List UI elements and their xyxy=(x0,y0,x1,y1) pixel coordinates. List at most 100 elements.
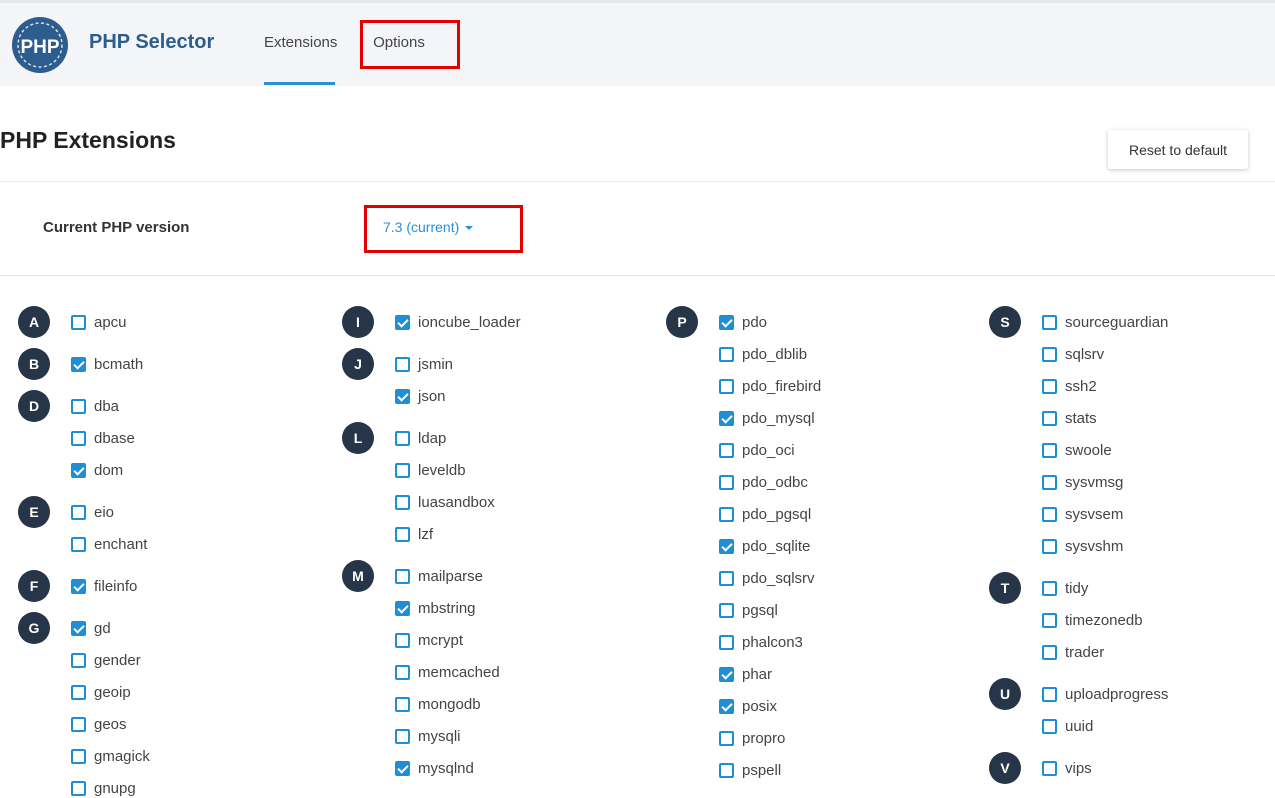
extension-checkbox[interactable] xyxy=(71,536,86,552)
extension-checkbox[interactable] xyxy=(1042,378,1057,394)
extension-sysvsem[interactable]: sysvsem xyxy=(1042,504,1123,524)
extension-pgsql[interactable]: pgsql xyxy=(719,600,778,620)
extension-checkbox[interactable] xyxy=(719,474,734,490)
extension-luasandbox[interactable]: luasandbox xyxy=(395,492,495,512)
extension-ioncube-loader[interactable]: ioncube_loader xyxy=(395,312,521,332)
extension-gd[interactable]: gd xyxy=(71,618,111,638)
extension-pdo-mysql[interactable]: pdo_mysql xyxy=(719,408,815,428)
extension-uuid[interactable]: uuid xyxy=(1042,716,1093,736)
extension-checkbox[interactable] xyxy=(719,634,734,650)
extension-checkbox[interactable] xyxy=(71,780,86,796)
extension-mailparse[interactable]: mailparse xyxy=(395,566,483,586)
extension-checkbox[interactable] xyxy=(719,346,734,362)
extension-tidy[interactable]: tidy xyxy=(1042,578,1088,598)
extension-checkbox[interactable] xyxy=(1042,686,1057,702)
extension-sourceguardian[interactable]: sourceguardian xyxy=(1042,312,1168,332)
extension-checkbox[interactable] xyxy=(1042,644,1057,660)
extension-ldap[interactable]: ldap xyxy=(395,428,446,448)
extension-pdo-sqlite[interactable]: pdo_sqlite xyxy=(719,536,810,556)
extension-checkbox[interactable] xyxy=(719,730,734,746)
tab-extensions[interactable]: Extensions xyxy=(264,3,337,86)
extension-checkbox[interactable] xyxy=(719,442,734,458)
extension-checkbox[interactable] xyxy=(395,760,410,776)
extension-checkbox[interactable] xyxy=(719,698,734,714)
extension-checkbox[interactable] xyxy=(395,526,410,542)
extension-checkbox[interactable] xyxy=(71,356,86,372)
extension-uploadprogress[interactable]: uploadprogress xyxy=(1042,684,1168,704)
extension-lzf[interactable]: lzf xyxy=(395,524,433,544)
extension-checkbox[interactable] xyxy=(71,430,86,446)
extension-pdo-dblib[interactable]: pdo_dblib xyxy=(719,344,807,364)
extension-checkbox[interactable] xyxy=(1042,474,1057,490)
extension-checkbox[interactable] xyxy=(719,506,734,522)
extension-pdo-pgsql[interactable]: pdo_pgsql xyxy=(719,504,811,524)
extension-checkbox[interactable] xyxy=(719,314,734,330)
extension-checkbox[interactable] xyxy=(71,578,86,594)
extension-checkbox[interactable] xyxy=(719,666,734,682)
extension-jsmin[interactable]: jsmin xyxy=(395,354,453,374)
extension-gnupg[interactable]: gnupg xyxy=(71,778,136,798)
extension-checkbox[interactable] xyxy=(395,696,410,712)
extension-pdo-odbc[interactable]: pdo_odbc xyxy=(719,472,808,492)
extension-checkbox[interactable] xyxy=(1042,442,1057,458)
extension-mbstring[interactable]: mbstring xyxy=(395,598,476,618)
extension-checkbox[interactable] xyxy=(395,664,410,680)
extension-checkbox[interactable] xyxy=(719,378,734,394)
extension-checkbox[interactable] xyxy=(1042,506,1057,522)
extension-checkbox[interactable] xyxy=(719,538,734,554)
extension-sysvshm[interactable]: sysvshm xyxy=(1042,536,1123,556)
extension-dbase[interactable]: dbase xyxy=(71,428,135,448)
extension-json[interactable]: json xyxy=(395,386,446,406)
extension-phar[interactable]: phar xyxy=(719,664,772,684)
extension-mysqlnd[interactable]: mysqlnd xyxy=(395,758,474,778)
extension-memcached[interactable]: memcached xyxy=(395,662,500,682)
extension-checkbox[interactable] xyxy=(71,504,86,520)
extension-checkbox[interactable] xyxy=(71,652,86,668)
extension-checkbox[interactable] xyxy=(71,620,86,636)
extension-dba[interactable]: dba xyxy=(71,396,119,416)
extension-swoole[interactable]: swoole xyxy=(1042,440,1112,460)
extension-apcu[interactable]: apcu xyxy=(71,312,127,332)
extension-leveldb[interactable]: leveldb xyxy=(395,460,466,480)
extension-vips[interactable]: vips xyxy=(1042,758,1092,778)
extension-checkbox[interactable] xyxy=(71,462,86,478)
extension-stats[interactable]: stats xyxy=(1042,408,1097,428)
extension-geoip[interactable]: geoip xyxy=(71,682,131,702)
extension-sysvmsg[interactable]: sysvmsg xyxy=(1042,472,1123,492)
extension-checkbox[interactable] xyxy=(395,728,410,744)
extension-ssh2[interactable]: ssh2 xyxy=(1042,376,1097,396)
extension-gender[interactable]: gender xyxy=(71,650,141,670)
extension-checkbox[interactable] xyxy=(1042,314,1057,330)
extension-dom[interactable]: dom xyxy=(71,460,123,480)
extension-geos[interactable]: geos xyxy=(71,714,127,734)
extension-checkbox[interactable] xyxy=(395,430,410,446)
tab-options[interactable]: Options xyxy=(361,3,437,86)
extension-enchant[interactable]: enchant xyxy=(71,534,147,554)
php-version-dropdown[interactable]: 7.3 (current) xyxy=(383,219,474,235)
extension-checkbox[interactable] xyxy=(71,314,86,330)
extension-pdo[interactable]: pdo xyxy=(719,312,767,332)
extension-checkbox[interactable] xyxy=(1042,410,1057,426)
extension-phalcon3[interactable]: phalcon3 xyxy=(719,632,803,652)
extension-checkbox[interactable] xyxy=(1042,760,1057,776)
extension-checkbox[interactable] xyxy=(395,632,410,648)
extension-checkbox[interactable] xyxy=(395,568,410,584)
extension-checkbox[interactable] xyxy=(395,600,410,616)
extension-checkbox[interactable] xyxy=(1042,612,1057,628)
extension-checkbox[interactable] xyxy=(71,748,86,764)
extension-checkbox[interactable] xyxy=(395,356,410,372)
extension-posix[interactable]: posix xyxy=(719,696,777,716)
extension-pdo-oci[interactable]: pdo_oci xyxy=(719,440,795,460)
extension-checkbox[interactable] xyxy=(1042,538,1057,554)
extension-checkbox[interactable] xyxy=(395,314,410,330)
extension-timezonedb[interactable]: timezonedb xyxy=(1042,610,1143,630)
extension-checkbox[interactable] xyxy=(71,716,86,732)
extension-checkbox[interactable] xyxy=(1042,580,1057,596)
extension-pdo-firebird[interactable]: pdo_firebird xyxy=(719,376,821,396)
extension-trader[interactable]: trader xyxy=(1042,642,1104,662)
extension-pspell[interactable]: pspell xyxy=(719,760,781,780)
extension-propro[interactable]: propro xyxy=(719,728,785,748)
extension-checkbox[interactable] xyxy=(395,388,410,404)
reset-to-default-button[interactable]: Reset to default xyxy=(1108,130,1248,169)
extension-pdo-sqlsrv[interactable]: pdo_sqlsrv xyxy=(719,568,815,588)
